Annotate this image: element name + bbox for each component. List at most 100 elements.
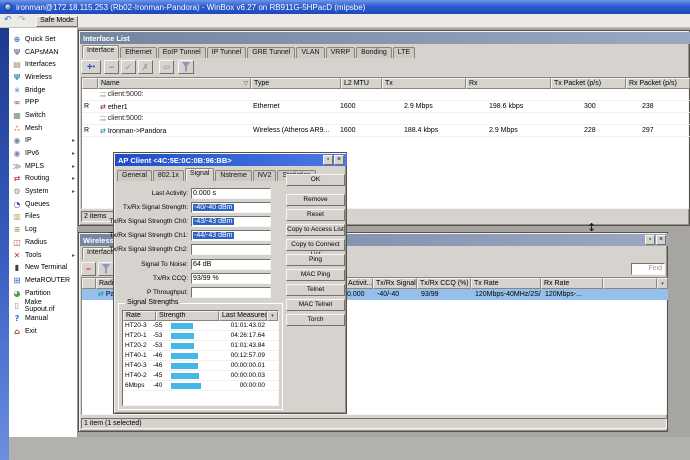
tab-nstreme[interactable]: Nstreme <box>215 170 251 181</box>
tab-gre-tunnel[interactable]: GRE Tunnel <box>247 47 295 58</box>
col-strength[interactable]: Strength <box>156 311 219 321</box>
safe-mode-button[interactable]: Safe Mode <box>36 16 78 27</box>
ccq-field[interactable]: 93/99 % <box>191 273 271 284</box>
last-activity-field[interactable]: 0.000 s <box>191 188 271 199</box>
copy-to-access-list-button[interactable]: Copy to Access List <box>286 224 345 236</box>
sidebar-item-switch[interactable]: ▦Switch <box>9 109 77 122</box>
find-input[interactable]: Find <box>631 263 665 275</box>
sidebar-item-ppp[interactable]: ∞PPP <box>9 96 77 109</box>
app-titlebar[interactable]: ironman@172.18.115.253 (Rb02-Ironman-Pan… <box>0 0 690 14</box>
redo-icon[interactable]: ↷ <box>18 15 26 26</box>
tab-nv2[interactable]: NV2 <box>253 170 277 181</box>
sidebar-item-interfaces[interactable]: ▤Interfaces <box>9 58 77 71</box>
table-row[interactable]: ;;; client:5000: <box>82 113 690 125</box>
torch-button[interactable]: Torch <box>286 314 345 326</box>
table-row[interactable]: ;;; client:5000: <box>82 89 690 101</box>
signal-to-noise-field[interactable]: 64 dB <box>191 259 271 270</box>
remove-button[interactable]: − <box>104 60 119 74</box>
tab-interface[interactable]: Interface <box>82 45 119 58</box>
signal-strength-ch1-field[interactable]: -44/-43 dBm <box>191 230 271 241</box>
column-selector-button[interactable]: ▾ <box>267 311 278 321</box>
reset-button[interactable]: Reset <box>286 209 345 221</box>
col-signal[interactable]: Tx/Rx Signal ... <box>373 278 417 289</box>
table-row[interactable]: R ⇄ Ironman->Pandora Wireless (Atheros A… <box>82 125 690 137</box>
sidebar-item-system[interactable]: ⚙System▸ <box>9 185 77 198</box>
ok-button[interactable]: OK <box>286 174 345 186</box>
col-flag[interactable] <box>82 278 96 289</box>
tab-ip-tunnel[interactable]: IP Tunnel <box>207 47 246 58</box>
tab-ethernet[interactable]: Ethernet <box>120 47 156 58</box>
tab-8021x[interactable]: 802.1x <box>153 170 184 181</box>
col-rx-rate[interactable]: Rx Rate <box>541 278 603 289</box>
tab-signal[interactable]: Signal <box>185 168 214 181</box>
col-rx-packet[interactable]: Rx Packet (p/s) <box>626 78 690 89</box>
telnet-button[interactable]: Telnet <box>286 284 345 296</box>
col-flag[interactable] <box>82 78 98 89</box>
sidebar-item-queues[interactable]: ◔Queues <box>9 198 77 211</box>
wireless-filter-button[interactable] <box>98 262 114 276</box>
mac-telnet-button[interactable]: MAC Telnet <box>286 299 345 311</box>
dialog-close-button[interactable]: × <box>334 155 344 165</box>
sidebar-item-radius[interactable]: ◫Radius <box>9 236 77 249</box>
ap-client-titlebar[interactable]: AP Client <4C:5E:0C:0B:96:BB> <box>115 154 347 166</box>
col-tx[interactable]: Tx <box>382 78 466 89</box>
signal-row[interactable]: HT40-3 -46 00:00:00.01 <box>123 361 278 371</box>
sidebar-item-files[interactable]: ▥Files <box>9 211 77 224</box>
col-activity[interactable]: Activit... <box>345 278 373 289</box>
mac-ping-button[interactable]: MAC Ping <box>286 269 345 281</box>
sidebar-item-tools[interactable]: ✕Tools▸ <box>9 249 77 262</box>
sidebar-item-mesh[interactable]: ∴Mesh <box>9 122 77 135</box>
disable-button[interactable]: ✗ <box>138 60 153 74</box>
col-type[interactable]: Type <box>251 78 341 89</box>
table-row[interactable]: R ⇄ ether1 Ethernet 1600 2.9 Mbps 198.6 … <box>82 101 690 113</box>
sidebar-item-make-supout[interactable]: ▯Make Supout.rif <box>9 299 77 312</box>
sidebar-item-quick-set[interactable]: ⊕Quick Set <box>9 33 77 46</box>
signal-strength-field[interactable]: -40/-40 dBm <box>191 202 271 213</box>
tab-bonding[interactable]: Bonding <box>356 47 392 58</box>
sidebar-item-capsman[interactable]: ΨCAPsMAN <box>9 46 77 59</box>
tab-vlan[interactable]: VLAN <box>296 47 324 58</box>
signal-strength-ch2-field[interactable] <box>191 244 271 255</box>
sidebar-item-mpls[interactable]: ≫MPLS▸ <box>9 160 77 173</box>
sidebar-item-new-terminal[interactable]: ▮New Terminal <box>9 261 77 274</box>
p-throughput-field[interactable] <box>191 287 271 298</box>
col-name[interactable]: Name ▽ <box>98 78 251 89</box>
col-rx[interactable]: Rx <box>466 78 551 89</box>
enable-button[interactable]: ✓ <box>121 60 136 74</box>
dialog-restore-button[interactable]: ▫ <box>323 155 333 165</box>
wireless-remove-button[interactable]: − <box>81 262 96 276</box>
filter-button[interactable] <box>178 60 194 74</box>
signal-row[interactable]: HT40-1 -46 00:12:57.09 <box>123 351 278 361</box>
col-rate[interactable]: Rate <box>123 311 156 321</box>
sidebar-item-ipv6[interactable]: ◉IPv6▸ <box>9 147 77 160</box>
signal-row[interactable]: HT40-2 -45 00:00:00.03 <box>123 371 278 381</box>
signal-row[interactable]: HT20-3 -55 01:01:43.02 <box>123 321 278 331</box>
undo-icon[interactable]: ↶ <box>4 15 12 26</box>
sidebar-item-wireless[interactable]: ΨWireless <box>9 71 77 84</box>
sidebar-item-manual[interactable]: ?Manual <box>9 312 77 325</box>
tab-vrrp[interactable]: VRRP <box>326 47 355 58</box>
wireless-close-button[interactable]: × <box>656 235 666 245</box>
column-selector-button[interactable]: ▾ <box>657 278 668 289</box>
tab-eoip-tunnel[interactable]: EoIP Tunnel <box>158 47 206 58</box>
col-ccq[interactable]: Tx/Rx CCQ (%) <box>417 278 471 289</box>
col-l2mtu[interactable]: L2 MTU <box>341 78 382 89</box>
tab-lte[interactable]: LTE <box>393 47 415 58</box>
tab-general[interactable]: General <box>117 170 152 181</box>
wireless-restore-button[interactable]: ▫ <box>645 235 655 245</box>
sidebar-item-routing[interactable]: ⇄Routing▸ <box>9 173 77 186</box>
ping-button[interactable]: Ping <box>286 254 345 266</box>
sidebar-item-metarouter[interactable]: ⊞MetaROUTER <box>9 274 77 287</box>
copy-to-connect-list-button[interactable]: Copy to Connect List <box>286 239 345 251</box>
signal-row[interactable]: HT20-2 -53 01:01:43.84 <box>123 341 278 351</box>
interface-list-titlebar[interactable]: Interface List <box>80 32 690 44</box>
add-button[interactable]: + ▾ <box>81 60 101 74</box>
signal-row[interactable]: 6Mbps -40 00:00:00 <box>123 381 278 391</box>
comment-button[interactable]: ▭ <box>159 60 174 74</box>
remove-button[interactable]: Remove <box>286 194 345 206</box>
col-last-measured[interactable]: Last Measured <box>219 311 267 321</box>
sidebar-item-ip[interactable]: ◉IP▸ <box>9 135 77 148</box>
sidebar-item-exit[interactable]: ⌂Exit <box>9 325 77 338</box>
sidebar-item-bridge[interactable]: ✳Bridge <box>9 84 77 97</box>
col-tx-rate[interactable]: Tx Rate <box>471 278 541 289</box>
